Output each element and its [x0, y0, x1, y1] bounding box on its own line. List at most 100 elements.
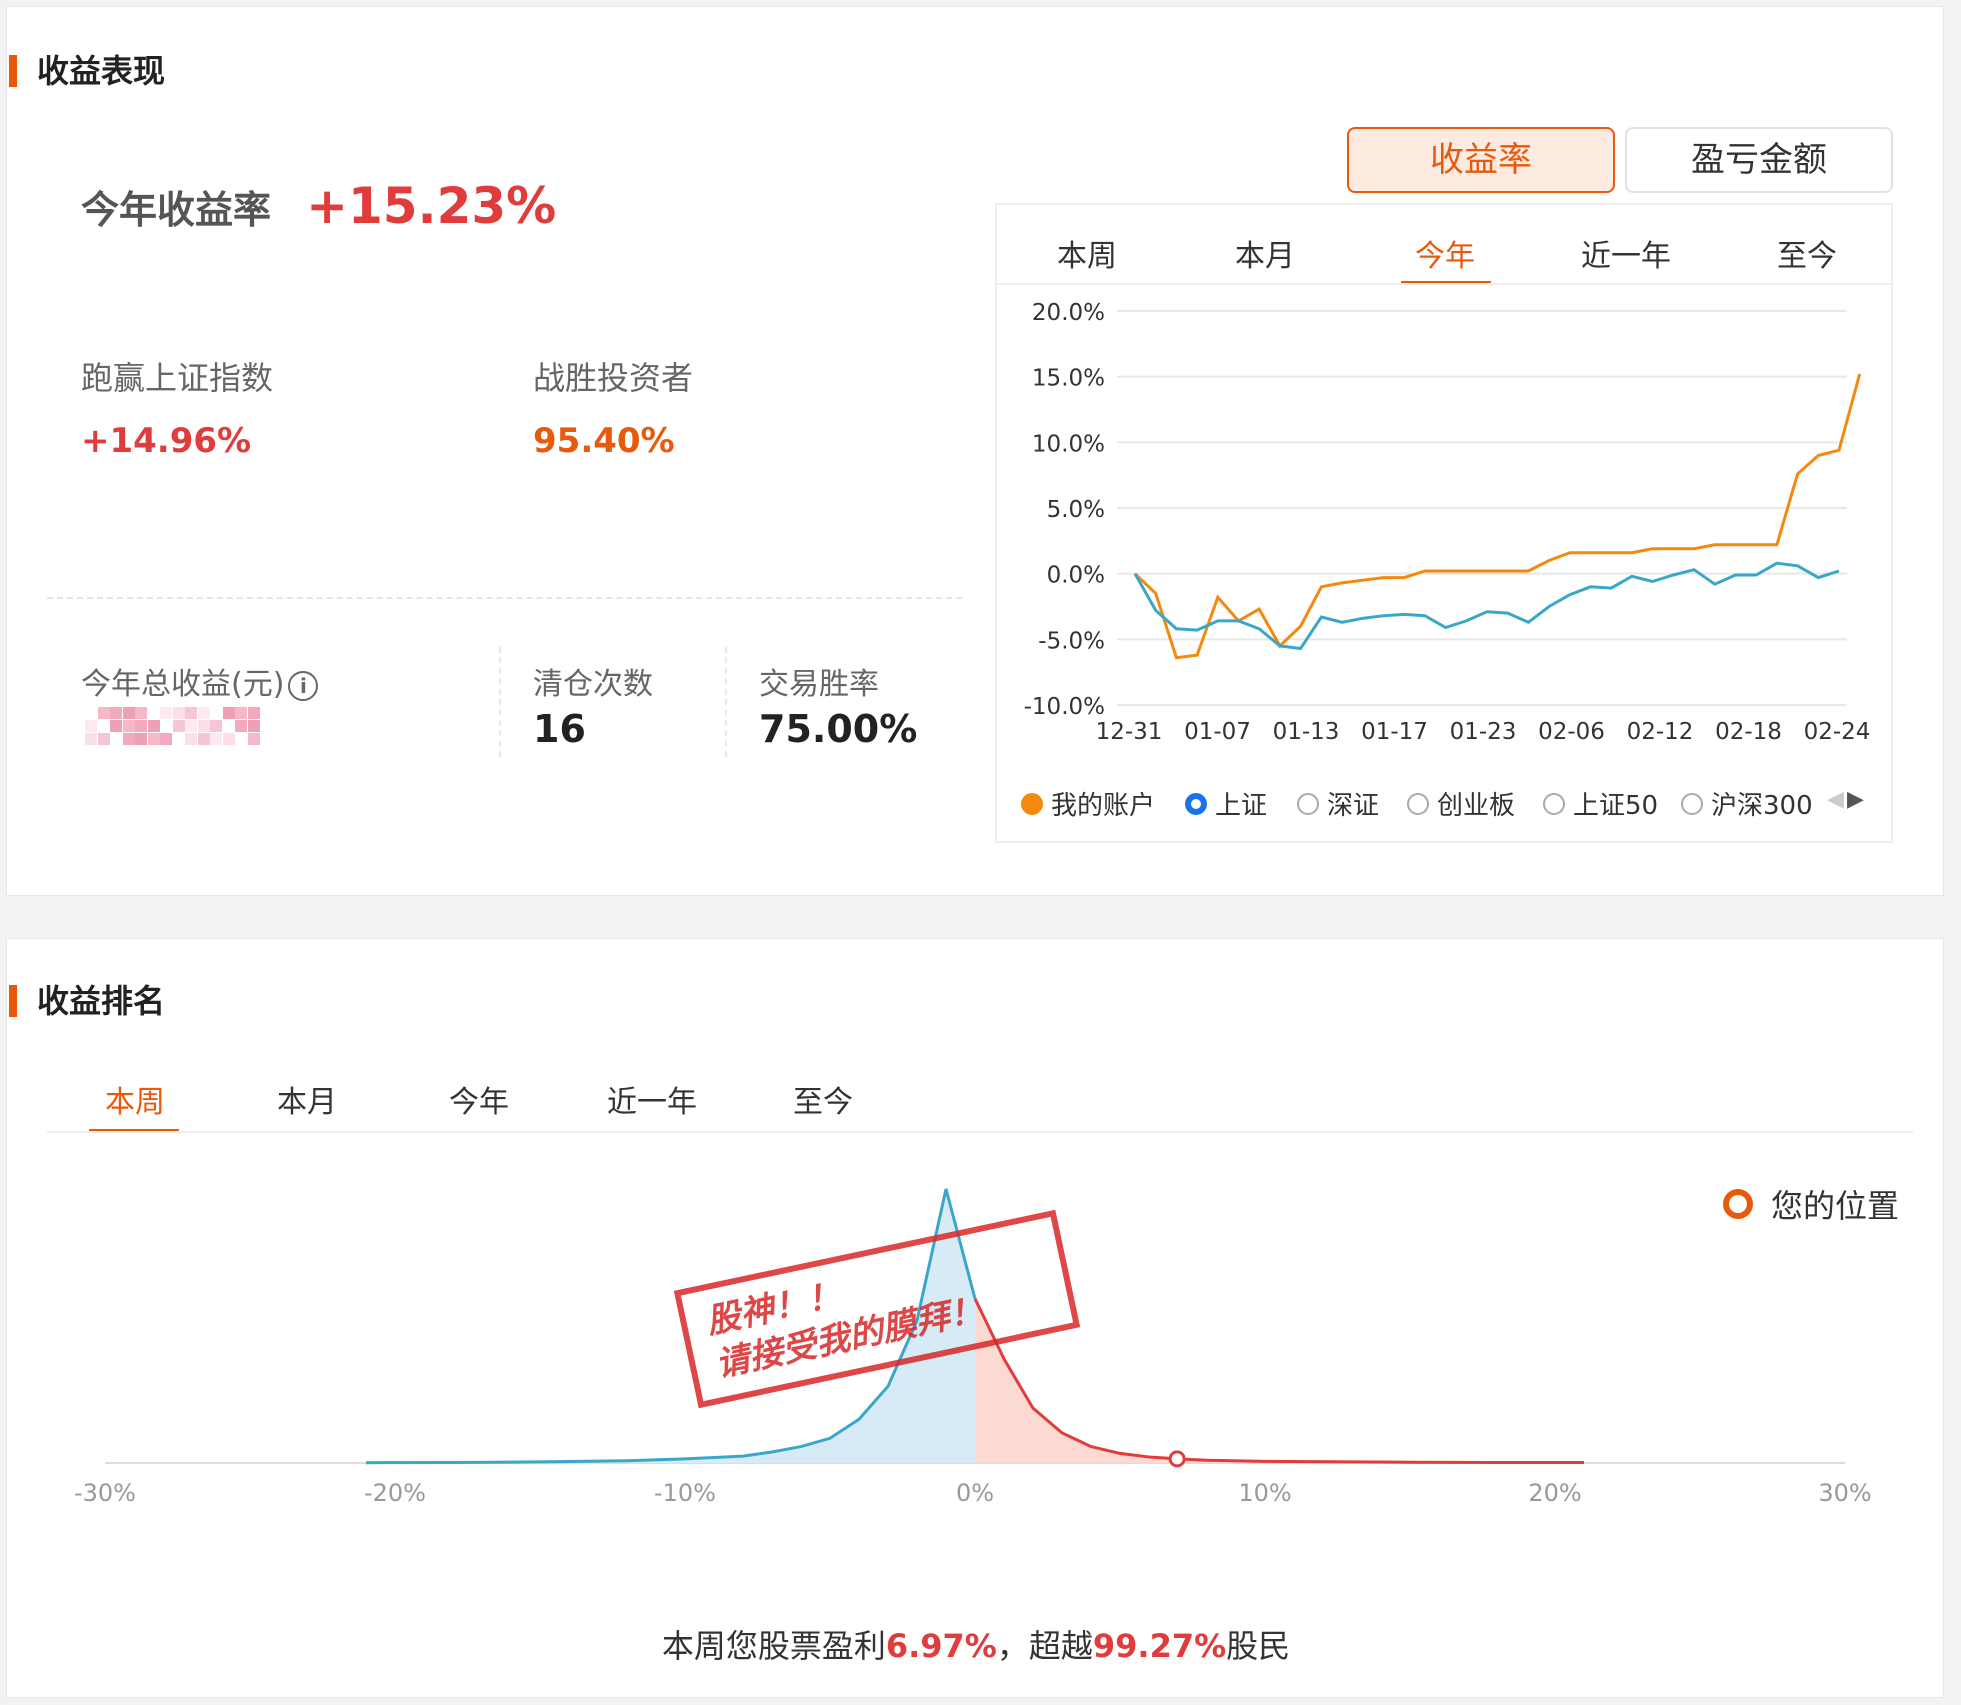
legend-next-icon[interactable]: ▶ — [1847, 787, 1864, 812]
y-tick-label: 0.0% — [1047, 563, 1105, 589]
legend-sse50[interactable]: 上证50 — [1543, 785, 1658, 822]
legend-csi300[interactable]: 沪深300 — [1681, 785, 1813, 822]
caption-prefix: 本周您股票盈利 — [661, 1627, 886, 1665]
blur-pixel — [85, 720, 97, 732]
performance-card: 收益表现 今年收益率 +15.23% 跑赢上证指数 +14.96% 战胜投资者 … — [6, 6, 1944, 896]
beat-index-label: 跑赢上证指数 — [81, 359, 274, 397]
tab-year[interactable]: 今年 — [1415, 231, 1475, 275]
x-tick-label: 01-23 — [1450, 719, 1517, 745]
clear-count-label: 清仓次数 — [533, 667, 653, 702]
y-tick-label: 10.0% — [1032, 431, 1105, 457]
x-tick-label: 30% — [1818, 1479, 1871, 1507]
x-tick-label: 02-18 — [1715, 719, 1782, 745]
ytd-return: 今年收益率 +15.23% — [81, 177, 556, 235]
x-tick-label: -30% — [74, 1479, 136, 1507]
blur-pixel — [197, 733, 210, 745]
caption-mid: ，超越 — [996, 1627, 1093, 1665]
blurred-total-profit — [85, 707, 260, 747]
section-title-performance: 收益表现 — [7, 51, 165, 91]
beat-investors-label: 战胜投资者 — [533, 359, 694, 397]
radio-empty-icon — [1297, 792, 1319, 815]
x-tick-label: -20% — [364, 1479, 426, 1507]
x-tick-label: 12-31 — [1096, 719, 1163, 745]
legend-label: 我的账户 — [1051, 791, 1156, 821]
legend-label: 沪深300 — [1711, 791, 1813, 821]
beat-investors-value: 95.40% — [533, 421, 675, 461]
blur-pixel — [160, 707, 172, 719]
y-tick-label: 15.0% — [1032, 366, 1105, 392]
rank-tab-last-year[interactable]: 近一年 — [607, 1077, 697, 1121]
radio-empty-icon — [1543, 792, 1565, 815]
blur-pixel — [147, 733, 160, 745]
blur-pixel — [210, 733, 222, 745]
blur-pixel — [197, 707, 210, 719]
tab-month[interactable]: 本月 — [1235, 231, 1295, 275]
legend-label: 上证 — [1215, 791, 1268, 821]
blur-pixel — [185, 707, 197, 719]
blur-pixel — [97, 733, 110, 745]
blur-pixel — [210, 720, 222, 732]
radio-empty-icon — [1407, 792, 1429, 815]
your-position-marker — [1168, 1450, 1186, 1468]
x-tick-label: 0% — [956, 1479, 994, 1507]
blur-pixel — [222, 707, 235, 719]
blur-pixel — [235, 720, 247, 732]
blur-pixel — [247, 707, 260, 719]
series-line — [1133, 561, 1840, 651]
return-chart-panel: 本周 本月 今年 近一年 至今 20.0% 15.0% 10.0% 5.0% 0.0% -… — [995, 203, 1893, 843]
x-tick-label: 01-07 — [1184, 719, 1251, 745]
legend-label: 深证 — [1327, 791, 1380, 821]
rank-tab-month[interactable]: 本月 — [277, 1077, 337, 1121]
legend-prev-icon[interactable]: ◀ — [1827, 787, 1844, 812]
mode-button-profit-amount[interactable]: 盈亏金额 — [1625, 127, 1893, 193]
blur-pixel — [147, 720, 160, 732]
blur-pixel — [110, 707, 122, 719]
blur-pixel — [172, 707, 185, 719]
y-tick-label: 5.0% — [1047, 497, 1105, 523]
ytd-return-value: +15.23% — [306, 177, 557, 235]
blur-pixel — [122, 720, 135, 732]
rank-tab-week[interactable]: 本周 — [105, 1077, 165, 1121]
return-line-chart: 20.0% 15.0% 10.0% 5.0% 0.0% -5.0% -10.0%12-31 0… — [1024, 300, 1871, 745]
radio-empty-icon — [1681, 792, 1703, 815]
legend-label: 创业板 — [1437, 791, 1516, 821]
ranking-caption: 本周您股票盈利6.97%，超越99.27%股民 — [7, 1621, 1945, 1667]
tab-all-time[interactable]: 至今 — [1777, 231, 1837, 275]
distribution-chart: -30% -20% -10% 0% 10% 20% 30% — [74, 1188, 1872, 1507]
x-tick-label: 02-24 — [1804, 719, 1871, 745]
ranking-card: 收益排名 本周 本月 今年 近一年 至今 您的位置 -30% -20% -10% 0%… — [6, 938, 1944, 1698]
blur-pixel — [247, 733, 260, 745]
mode-button-return-rate[interactable]: 收益率 — [1347, 127, 1615, 193]
beat-value: 99.27% — [1092, 1627, 1227, 1665]
legend-filled-icon — [1021, 792, 1043, 815]
separator — [499, 647, 501, 757]
legend-my-account[interactable]: 我的账户 — [1021, 785, 1155, 822]
x-tick-label: 01-13 — [1273, 719, 1340, 745]
x-tick-label: 02-12 — [1627, 719, 1694, 745]
legend-shanghai[interactable]: 上证 — [1185, 785, 1267, 822]
blur-pixel — [197, 720, 210, 732]
series-line — [1133, 373, 1862, 660]
blur-pixel — [185, 720, 197, 732]
x-tick-label: 02-06 — [1538, 719, 1605, 745]
beat-index-value: +14.96% — [81, 421, 252, 461]
info-icon[interactable]: i — [288, 670, 319, 701]
blur-pixel — [185, 733, 197, 745]
total-profit-label: 今年总收益(元) i — [81, 659, 319, 703]
rank-tab-year[interactable]: 今年 — [449, 1077, 509, 1121]
legend-chinext[interactable]: 创业板 — [1407, 785, 1515, 822]
rank-tab-all-time[interactable]: 至今 — [793, 1077, 853, 1121]
total-profit-label-text: 今年总收益(元) — [81, 667, 285, 702]
tab-divider — [47, 1131, 1913, 1133]
win-rate-value: 75.00% — [759, 707, 918, 751]
blur-pixel — [135, 707, 147, 719]
y-tick-label: -5.0% — [1038, 628, 1105, 654]
blur-pixel — [172, 720, 185, 732]
x-tick-label: 20% — [1528, 1479, 1581, 1507]
blur-pixel — [122, 733, 135, 745]
divider — [47, 597, 962, 599]
legend-shenzhen[interactable]: 深证 — [1297, 785, 1379, 822]
tab-last-year[interactable]: 近一年 — [1581, 231, 1671, 275]
legend-label: 上证50 — [1573, 791, 1659, 821]
tab-week[interactable]: 本周 — [1057, 231, 1117, 275]
